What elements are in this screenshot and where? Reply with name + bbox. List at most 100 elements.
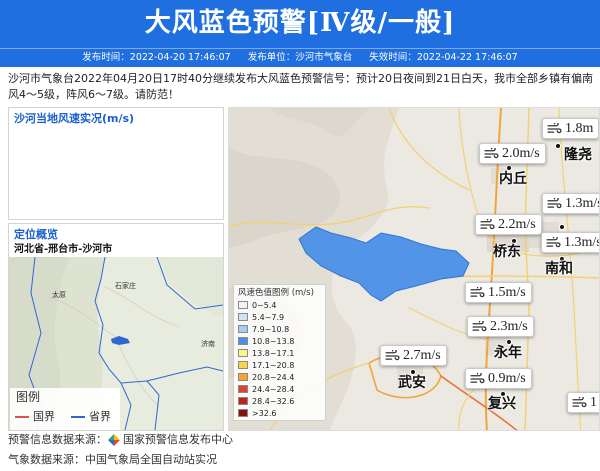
- warning-data-source: 预警信息数据来源： 国家预警信息发布中心: [8, 432, 233, 448]
- legend-label: >32.6: [252, 408, 277, 418]
- warning-description: 沙河市气象台2022年04月20日17时40分继续发布大风蓝色预警信号：预计20…: [8, 72, 593, 101]
- legend-swatch: [238, 337, 248, 345]
- expire-time-label: 失效时间：: [369, 52, 417, 63]
- warning-source-link[interactable]: 国家预警信息发布中心: [123, 432, 233, 448]
- publisher-label: 发布单位：: [247, 52, 296, 63]
- legend-swatch: [238, 409, 248, 417]
- warning-title: 大风蓝色预警[Ⅳ级/一般]: [144, 8, 456, 38]
- city-label: 永年: [494, 345, 522, 361]
- legend-item: 10.8~13.8: [238, 335, 321, 347]
- national-border-label: 国界: [33, 410, 55, 423]
- legend-swatch: [238, 373, 248, 381]
- legend-label: 28.4~32.6: [252, 396, 295, 406]
- location-overview-panel: 定位概览 河北省-邢台市-沙河市 石家庄 太原 济南 图例 国界 省界: [8, 223, 224, 431]
- overview-minimap[interactable]: 石家庄 太原 济南 图例 国界 省界: [9, 257, 223, 430]
- wind-icon: [385, 350, 400, 361]
- city-label: 武安: [398, 375, 426, 391]
- legend-item: 0~5.4: [238, 299, 321, 311]
- wind-station-label[interactable]: 1.5m/s: [465, 282, 532, 303]
- wind-icon: [484, 148, 499, 159]
- wind-icon: [547, 123, 562, 134]
- weather-source-value: 中国气象局全国自动站实况: [85, 453, 217, 466]
- city-label: 内丘: [499, 171, 527, 187]
- province-border-line-icon: [71, 416, 85, 418]
- wind-station-label[interactable]: 0.9m/s: [465, 368, 532, 389]
- minimap-city-label: 太原: [52, 291, 66, 299]
- wind-station-label[interactable]: 2.7m/s: [380, 345, 447, 366]
- wind-icon: [480, 219, 495, 230]
- city-dot: [555, 143, 561, 149]
- minimap-city-label: 济南: [201, 340, 215, 348]
- wind-icon: [472, 321, 487, 332]
- wind-speed-legend: 风速色值图例 (m/s) 0~5.4 5.4~7.9 7.9~10.8 10.8…: [233, 284, 326, 421]
- wind-speed-value: 1.3m/s: [564, 234, 600, 250]
- location-overview-title: 定位概览: [14, 228, 58, 241]
- publish-time-value: 2022-04-20 17:46:07: [129, 52, 231, 63]
- wind-icon: [572, 397, 587, 408]
- legend-swatch: [238, 361, 248, 369]
- legend-item: 13.8~17.1: [238, 347, 321, 359]
- legend-label: 13.8~17.1: [252, 348, 295, 358]
- legend-label: 24.4~28.4: [252, 384, 295, 394]
- expire-time: 失效时间：2022-04-22 17:46:07: [369, 52, 517, 63]
- local-wind-title: 沙河当地风速实况(m/s): [14, 112, 135, 125]
- minimap-legend: 图例 国界 省界: [10, 388, 120, 430]
- minimap-legend-title: 图例: [16, 390, 41, 404]
- legend-item: 24.4~28.4: [238, 383, 321, 395]
- legend-item: 28.4~32.6: [238, 395, 321, 407]
- wind-station-label[interactable]: 1.8m: [542, 118, 599, 139]
- wind-speed-value: 1.8m: [565, 120, 594, 136]
- wind-icon: [547, 198, 562, 209]
- wind-speed-value: 2.2m/s: [498, 216, 536, 232]
- legend-item: 5.4~7.9: [238, 311, 321, 323]
- wind-speed-value: 2.0m/s: [502, 145, 540, 161]
- legend-swatch: [238, 301, 248, 309]
- wind-station-label[interactable]: 1: [567, 392, 599, 413]
- legend-swatch: [238, 385, 248, 393]
- wind-speed-value: 2.7m/s: [403, 347, 441, 363]
- wind-station-label[interactable]: 2.3m/s: [467, 316, 534, 337]
- warning-info-bar: 发布时间：2022-04-20 17:46:07 发布单位：沙河市气象台 失效时…: [0, 48, 600, 67]
- wind-speed-value: 1.3m/s: [565, 195, 600, 211]
- wind-speed-value: 1: [590, 394, 597, 410]
- legend-label: 5.4~7.9: [252, 312, 285, 322]
- city-label: 隆尧: [564, 147, 592, 163]
- wind-icon: [470, 373, 485, 384]
- publisher-value: 沙河市气象台: [295, 52, 353, 63]
- warning-center-logo-icon: [108, 434, 120, 446]
- legend-title: 风速色值图例 (m/s): [238, 288, 314, 298]
- warning-header: 大风蓝色预警[Ⅳ级/一般]: [0, 0, 600, 48]
- legend-label: 10.8~13.8: [252, 336, 295, 346]
- minimap-city-label: 石家庄: [115, 282, 136, 290]
- province-border-label: 省界: [89, 410, 111, 423]
- location-path: 河北省-邢台市-沙河市: [14, 244, 113, 255]
- legend-label: 17.1~20.8: [252, 360, 295, 370]
- legend-label: 0~5.4: [252, 300, 277, 310]
- wind-station-label[interactable]: 1.3m/s: [541, 232, 600, 253]
- minimap-legend-items: 国界 省界: [15, 410, 111, 424]
- legend-swatch: [238, 397, 248, 405]
- warning-source-label: 预警信息数据来源：: [8, 433, 107, 446]
- expire-time-value: 2022-04-22 17:46:07: [416, 52, 518, 63]
- legend-swatch: [238, 313, 248, 321]
- wind-speed-value: 0.9m/s: [488, 370, 526, 386]
- wind-icon: [546, 237, 561, 248]
- wind-speed-value: 1.5m/s: [488, 284, 526, 300]
- publish-time: 发布时间：2022-04-20 17:46:07: [82, 52, 230, 63]
- national-border-line-icon: [15, 416, 29, 418]
- publish-time-label: 发布时间：: [82, 52, 130, 63]
- weather-source-label: 气象数据来源：: [8, 453, 85, 466]
- wind-speed-value: 2.3m/s: [490, 318, 528, 334]
- city-dot: [559, 224, 565, 230]
- legend-item: 7.9~10.8: [238, 323, 321, 335]
- wind-map[interactable]: 隆尧 内丘 桥东 南和 永年 武安 复兴 1.8m 2.0m/s 1.3m/s …: [228, 107, 600, 431]
- wind-station-label[interactable]: 2.2m/s: [475, 214, 542, 235]
- legend-label: 20.8~24.4: [252, 372, 295, 382]
- publisher: 发布单位：沙河市气象台: [248, 52, 353, 63]
- legend-swatch: [238, 325, 248, 333]
- wind-station-label[interactable]: 2.0m/s: [479, 143, 546, 164]
- city-label: 复兴: [488, 396, 516, 412]
- legend-label: 7.9~10.8: [252, 324, 290, 334]
- wind-station-label[interactable]: 1.3m/s: [542, 193, 600, 214]
- city-label: 桥东: [493, 244, 521, 260]
